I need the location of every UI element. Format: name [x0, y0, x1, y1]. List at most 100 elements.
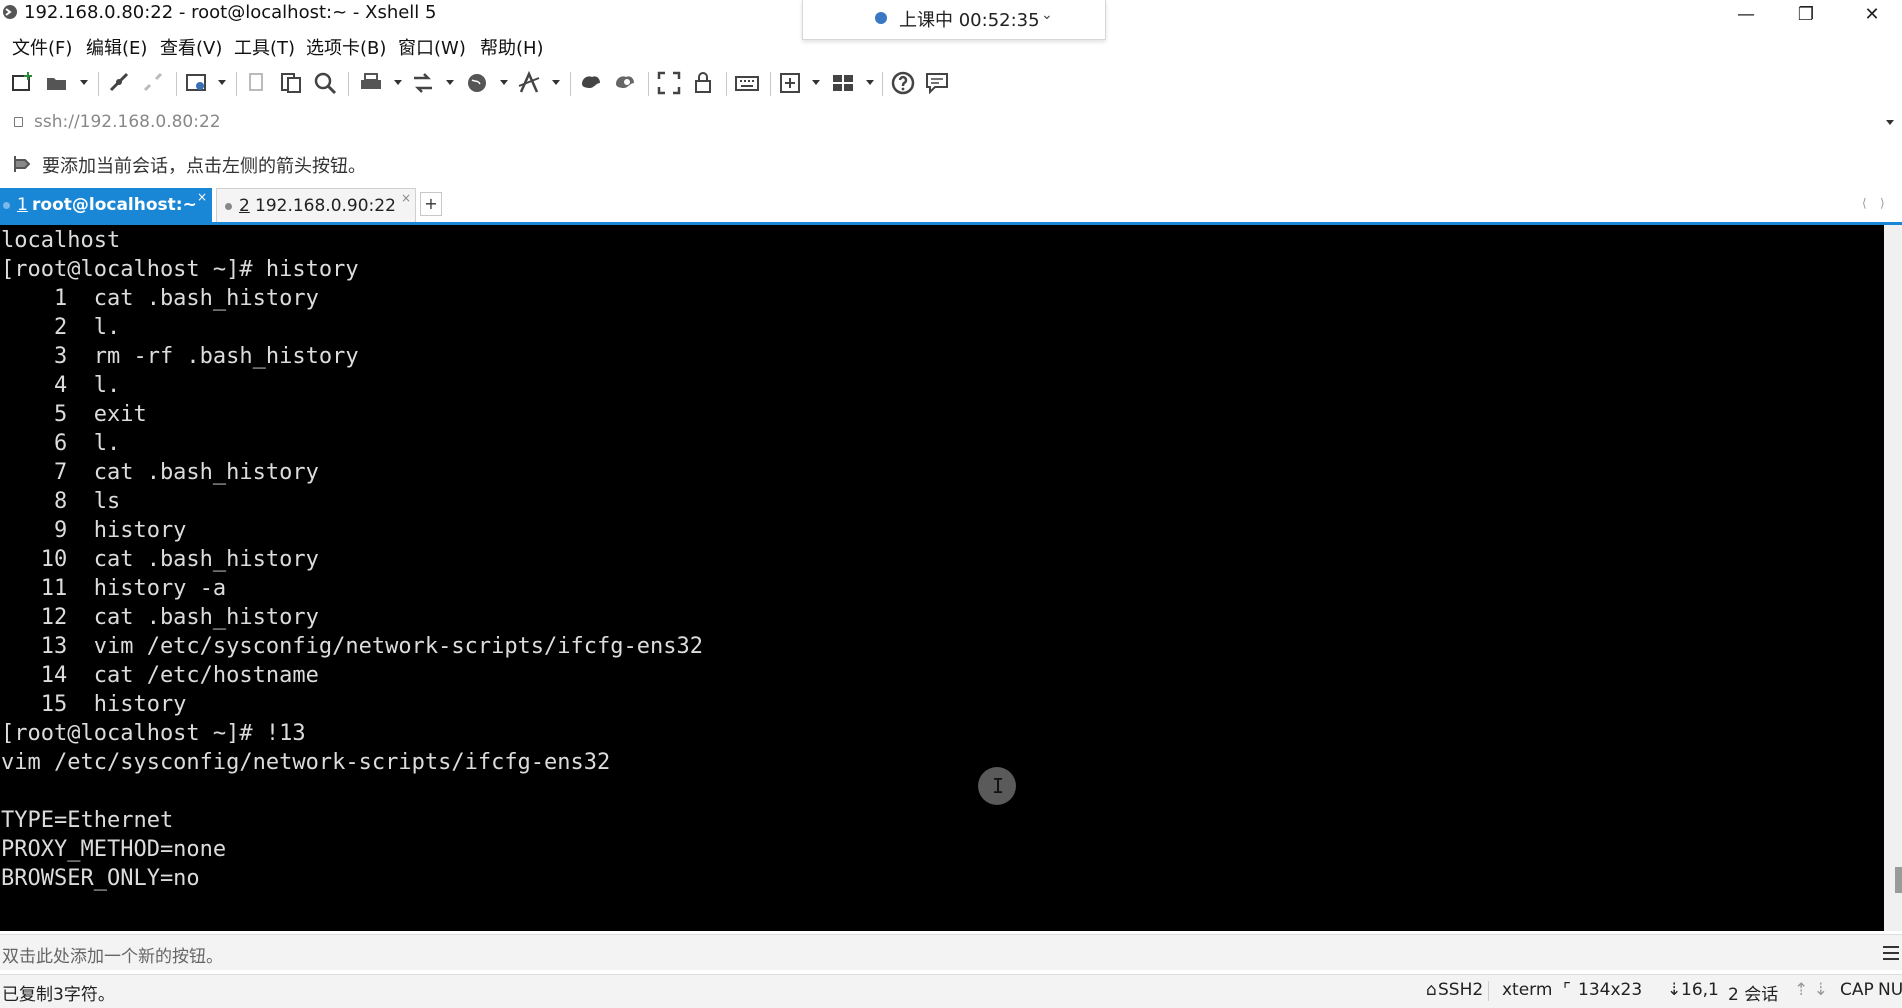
tab-bar: 1 root@localhost:~ × 2 192.168.0.90:22 ×… [0, 188, 1902, 224]
close-window-button[interactable]: ✕ [1842, 0, 1902, 28]
chat-icon[interactable] [924, 70, 950, 96]
toolbar-divider [648, 72, 649, 96]
tab-close-icon[interactable]: × [401, 191, 411, 205]
open-folder-icon[interactable] [44, 70, 70, 96]
tab-label: root@localhost:~ [32, 195, 197, 215]
font-icon[interactable] [516, 70, 542, 96]
menu-view[interactable]: 查看(V) [160, 34, 222, 60]
terminal-line: 1 cat .bash_history [1, 286, 319, 311]
tab-session-2[interactable]: 2 192.168.0.90:22 × [216, 188, 416, 222]
maximize-button[interactable]: ❐ [1776, 0, 1836, 28]
terminal-line: 9 history [1, 518, 187, 543]
new-tab-button[interactable]: + [420, 192, 442, 216]
chevron-down-icon[interactable]: ⌄ [1041, 7, 1053, 23]
find-icon[interactable] [312, 70, 338, 96]
fullscreen-icon[interactable] [656, 70, 682, 96]
status-position-icon: ⇣ [1667, 980, 1682, 1000]
terminal-line: 14 cat /etc/hostname [1, 663, 319, 688]
globe-dropdown-icon[interactable] [500, 80, 508, 85]
hamburger-menu-icon[interactable] [1882, 945, 1900, 961]
properties-icon[interactable] [184, 70, 210, 96]
terminal-line: PROXY_METHOD=none [1, 837, 227, 862]
status-lock-icon: ⌂ [1426, 980, 1437, 1000]
help-icon[interactable] [890, 70, 916, 96]
terminal-line: localhost [1, 228, 121, 253]
xftp-icon[interactable] [578, 70, 604, 96]
recording-label: 上课中 00:52:35 [899, 10, 1040, 31]
tab-status-icon [3, 202, 10, 209]
tab-status-icon [225, 203, 232, 210]
layout-dropdown-icon[interactable] [866, 80, 874, 85]
tab-number: 1 [17, 195, 28, 215]
layout-icon[interactable] [830, 70, 856, 96]
menu-window[interactable]: 窗口(W) [398, 34, 466, 60]
terminal-output[interactable]: localhost [root@localhost ~]# history 1 c… [0, 225, 1884, 893]
terminal-line: 12 cat .bash_history [1, 605, 319, 630]
add-session-arrow-icon[interactable] [12, 154, 32, 174]
transfer-dropdown-icon[interactable] [446, 80, 454, 85]
mouse-cursor-highlight: I [978, 767, 1016, 805]
session-hint-bar: 要添加当前会话，点击左侧的箭头按钮。 [0, 147, 1902, 181]
font-dropdown-icon[interactable] [552, 80, 560, 85]
address-bar[interactable]: ssh://192.168.0.80:22 [0, 108, 1902, 136]
terminal-line: 6 l. [1, 431, 121, 456]
terminal-line: 13 vim /etc/sysconfig/network-scripts/if… [1, 634, 703, 659]
transfer-icon[interactable] [410, 70, 436, 96]
status-size: 134x23 [1578, 980, 1643, 1000]
terminal-line: [root@localhost ~]# history [1, 257, 359, 282]
terminal-line: 3 rm -rf .bash_history [1, 344, 359, 369]
address-dropdown-icon[interactable] [1886, 120, 1894, 125]
globe-icon[interactable] [464, 70, 490, 96]
minimize-button[interactable]: — [1716, 0, 1776, 28]
ibeam-cursor-icon: I [992, 774, 1005, 798]
toolbar-divider [176, 72, 177, 96]
disconnect-icon[interactable] [140, 70, 166, 96]
new-session-icon[interactable] [10, 70, 36, 96]
status-protocol: SSH2 [1438, 980, 1484, 1000]
address-field[interactable]: ssh://192.168.0.80:22 [34, 112, 221, 132]
status-num-lock: NU [1878, 980, 1902, 1000]
keyboard-icon[interactable] [734, 70, 760, 96]
menu-tools[interactable]: 工具(T) [234, 34, 295, 60]
scrollbar-thumb[interactable] [1895, 867, 1902, 893]
xmanager-icon[interactable] [612, 70, 638, 96]
status-sessions: 2 会话 [1728, 985, 1779, 1005]
toolbar-divider [882, 72, 883, 96]
tab-scroll-left-icon[interactable]: ⟨ [1862, 196, 1867, 210]
tab-scroll-right-icon[interactable]: ⟩ [1880, 196, 1885, 210]
quick-button-bar[interactable]: 双击此处添加一个新的按钮。 [0, 934, 1902, 970]
terminal-line: 5 exit [1, 402, 147, 427]
hint-text: 要添加当前会话，点击左侧的箭头按钮。 [42, 156, 366, 177]
recording-dot-icon [875, 12, 887, 24]
menu-tabs[interactable]: 选项卡(B) [306, 34, 386, 60]
menu-edit[interactable]: 编辑(E) [86, 34, 147, 60]
status-caps-lock: CAP [1840, 980, 1874, 1000]
minimize-icon: — [1737, 3, 1755, 25]
terminal-line: 8 ls [1, 489, 121, 514]
terminal-line: TYPE=Ethernet [1, 808, 174, 833]
terminal-line: vim /etc/sysconfig/network-scripts/ifcfg… [1, 750, 611, 775]
close-icon: ✕ [1864, 3, 1880, 25]
lock-icon[interactable] [690, 70, 716, 96]
status-message: 已复制3字符。 [2, 985, 115, 1005]
toolbar-divider [726, 72, 727, 96]
open-dropdown-icon[interactable] [80, 80, 88, 85]
tab-session-1[interactable]: 1 root@localhost:~ × [0, 188, 212, 222]
quick-button-hint[interactable]: 双击此处添加一个新的按钮。 [2, 942, 223, 967]
tab-label: 192.168.0.90:22 [255, 196, 396, 216]
maximize-icon: ❐ [1797, 3, 1815, 25]
print-dropdown-icon[interactable] [394, 80, 402, 85]
tab-close-icon[interactable]: × [197, 190, 207, 204]
terminal-scrollbar[interactable] [1884, 225, 1902, 931]
terminal-area[interactable]: localhost [root@localhost ~]# history 1 c… [0, 225, 1884, 931]
compose-icon[interactable] [778, 70, 804, 96]
copy-icon[interactable] [244, 70, 270, 96]
properties-dropdown-icon[interactable] [218, 80, 226, 85]
terminal-line: 2 l. [1, 315, 121, 340]
reconnect-icon[interactable] [106, 70, 132, 96]
menu-help[interactable]: 帮助(H) [480, 34, 544, 60]
compose-dropdown-icon[interactable] [812, 80, 820, 85]
paste-icon[interactable] [278, 70, 304, 96]
print-icon[interactable] [358, 70, 384, 96]
menu-file[interactable]: 文件(F) [12, 34, 72, 60]
